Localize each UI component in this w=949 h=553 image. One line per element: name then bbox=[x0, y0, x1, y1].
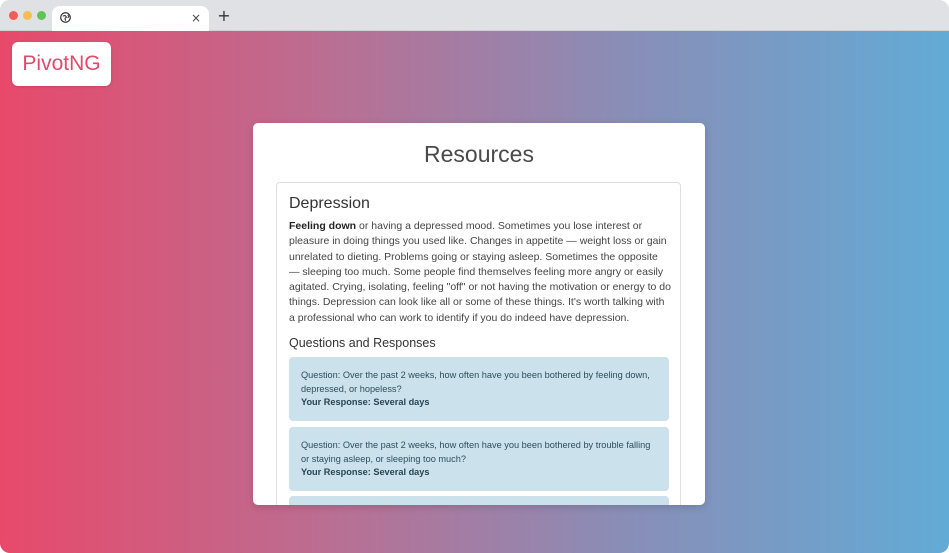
resources-card: Resources Depression Feeling down or hav… bbox=[253, 123, 705, 505]
response-text: Your Response: Several days bbox=[301, 467, 430, 477]
section-title: Depression bbox=[289, 195, 370, 212]
qa-item-partial bbox=[289, 496, 669, 505]
question-text: Question: Over the past 2 weeks, how oft… bbox=[301, 370, 650, 394]
browser-titlebar: × + bbox=[0, 0, 949, 31]
response-text: Your Response: Several days bbox=[301, 397, 430, 407]
maximize-window-button[interactable] bbox=[37, 11, 46, 20]
close-tab-icon[interactable]: × bbox=[189, 10, 203, 26]
minimize-window-button[interactable] bbox=[23, 11, 32, 20]
page-viewport: PivotNG Resources Depression Feeling dow… bbox=[0, 31, 949, 553]
depression-panel: Depression Feeling down or having a depr… bbox=[276, 182, 681, 505]
pivotng-logo[interactable]: PivotNG bbox=[12, 42, 111, 86]
globe-icon bbox=[60, 12, 71, 23]
close-window-button[interactable] bbox=[9, 11, 18, 20]
page-title: Resources bbox=[424, 141, 534, 167]
questions-heading: Questions and Responses bbox=[289, 336, 436, 350]
question-text: Question: Over the past 2 weeks, how oft… bbox=[301, 440, 651, 464]
description-lead: Feeling down bbox=[289, 220, 357, 232]
qa-item: Question: Over the past 2 weeks, how oft… bbox=[289, 357, 669, 421]
description-text: or having a depressed mood. Sometimes yo… bbox=[289, 220, 671, 324]
browser-window: × + PivotNG Resources Depression Feeling… bbox=[0, 0, 949, 553]
browser-tab[interactable]: × bbox=[52, 6, 209, 31]
new-tab-button[interactable]: + bbox=[217, 8, 231, 24]
qa-item: Question: Over the past 2 weeks, how oft… bbox=[289, 427, 669, 491]
description-paragraph: Feeling down or having a depressed mood.… bbox=[289, 219, 671, 326]
